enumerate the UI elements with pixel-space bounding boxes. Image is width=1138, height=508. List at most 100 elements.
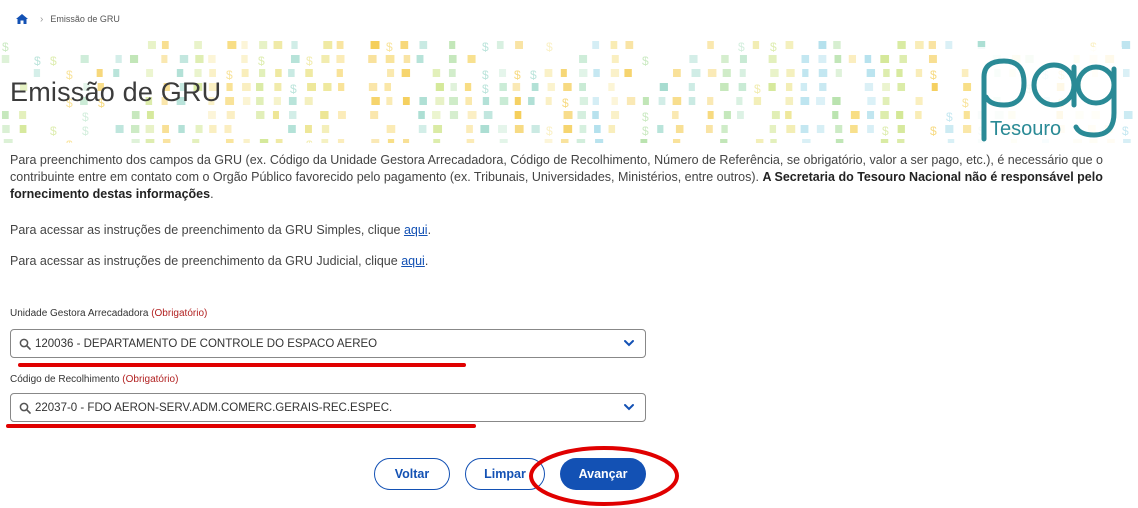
- banner-square: [832, 97, 841, 105]
- banner-square: [273, 97, 281, 105]
- banner-square: [963, 83, 972, 91]
- banner-square: [883, 69, 890, 77]
- banner-square: [610, 41, 618, 49]
- banner-square: [256, 97, 264, 105]
- banner-square: [370, 111, 379, 119]
- search-icon: [19, 402, 31, 414]
- banner-square: [672, 97, 682, 105]
- ug-label: Unidade Gestora Arrecadadora (Obrigatóri…: [10, 308, 208, 319]
- intro-end: .: [210, 187, 214, 201]
- judicial-link[interactable]: aqui: [401, 254, 425, 268]
- chevron-down-icon[interactable]: [623, 338, 635, 351]
- ug-select-value: 120036 - DEPARTAMENTO DE CONTROLE DO ESP…: [35, 337, 378, 350]
- banner-square: [593, 69, 600, 77]
- banner-square: [833, 41, 841, 49]
- banner-square: [162, 125, 169, 133]
- banner-square: [385, 55, 395, 63]
- banner-square: [770, 139, 777, 143]
- banner-square: [386, 97, 393, 105]
- banner-square: [416, 55, 424, 63]
- banner-square: [131, 125, 140, 133]
- simples-link[interactable]: aqui: [404, 223, 428, 237]
- banner-square: [626, 97, 636, 105]
- banner-square: [321, 139, 329, 143]
- banner-square: [864, 83, 874, 91]
- banner-square: [273, 41, 283, 49]
- banner-square: [275, 69, 282, 77]
- banner-dollar-glyph: $: [66, 138, 73, 143]
- banner-square: [113, 69, 120, 77]
- banner-dollar-glyph: $: [82, 124, 89, 138]
- voltar-button[interactable]: Voltar: [374, 458, 450, 490]
- annotation-underline: [6, 424, 476, 428]
- banner-square: [259, 41, 268, 49]
- banner-square: [896, 69, 903, 77]
- banner-square: [336, 69, 343, 77]
- banner-square: [131, 111, 140, 119]
- banner-square: [432, 111, 441, 119]
- banner-square: [595, 139, 604, 143]
- banner-square: [640, 139, 648, 143]
- banner-square: [915, 41, 924, 49]
- banner-square: [624, 69, 632, 77]
- banner-square: [368, 55, 377, 63]
- banner-square: [387, 139, 395, 143]
- banner-square: [256, 111, 265, 119]
- banner-square: [241, 69, 249, 77]
- banner-dollar-glyph: $: [642, 124, 649, 138]
- banner-dollar-glyph: $: [50, 124, 57, 138]
- banner-dollar-glyph: $: [1122, 124, 1129, 138]
- banner-square: [785, 83, 793, 91]
- chevron-down-icon[interactable]: [623, 402, 635, 415]
- banner-square: [161, 41, 169, 49]
- banner-square: [336, 41, 344, 49]
- banner-square: [145, 125, 155, 133]
- banner-square: [448, 55, 457, 63]
- judicial-instructions: Para acessar as instruções de preenchime…: [10, 254, 429, 268]
- banner-square: [483, 111, 493, 119]
- codigo-select[interactable]: 22037-0 - FDO AERON-SERV.ADM.COMERC.GERA…: [10, 393, 646, 422]
- banner-square: [897, 125, 905, 133]
- banner-square: [305, 69, 313, 77]
- banner-square: [208, 55, 216, 63]
- banner-square: [115, 55, 122, 63]
- banner-square: [321, 55, 330, 63]
- banner-square: [498, 125, 508, 133]
- banner-square: [691, 69, 701, 77]
- breadcrumb-current: Emissão de GRU: [50, 14, 120, 24]
- pag-tesouro-logo: Tesouro: [972, 47, 1122, 143]
- banner-square: [723, 111, 731, 119]
- banner-square: [403, 55, 411, 63]
- banner-square: [289, 111, 297, 119]
- home-icon[interactable]: [16, 14, 28, 24]
- banner-square: [915, 111, 922, 119]
- banner-square: [897, 139, 905, 143]
- banner-square: [560, 139, 569, 143]
- banner-square: [611, 55, 619, 63]
- banner-square: [19, 125, 27, 133]
- banner-square: [336, 55, 345, 63]
- banner-square: [226, 83, 233, 91]
- banner-square: [433, 125, 443, 133]
- search-icon: [19, 338, 31, 350]
- banner-square: [867, 97, 876, 105]
- banner-dollar-glyph: $: [530, 68, 537, 82]
- ug-select[interactable]: 120036 - DEPARTAMENTO DE CONTROLE DO ESP…: [10, 329, 646, 358]
- banner-square: [307, 83, 316, 91]
- banner-square: [594, 125, 601, 133]
- banner-square: [720, 139, 728, 143]
- banner-square: [931, 83, 938, 91]
- banner-square: [304, 125, 312, 133]
- banner-square: [259, 139, 269, 143]
- page-title: Emissão de GRU: [10, 77, 222, 107]
- banner-square: [227, 41, 237, 49]
- banner-square: [528, 97, 535, 105]
- banner-square: [928, 55, 937, 63]
- banner-square: [192, 139, 200, 143]
- banner-square: [579, 83, 586, 91]
- banner-square: [514, 97, 521, 105]
- banner-square: [705, 125, 713, 133]
- banner-square: [96, 69, 103, 77]
- banner-square: [800, 125, 809, 133]
- banner-square: [290, 55, 300, 63]
